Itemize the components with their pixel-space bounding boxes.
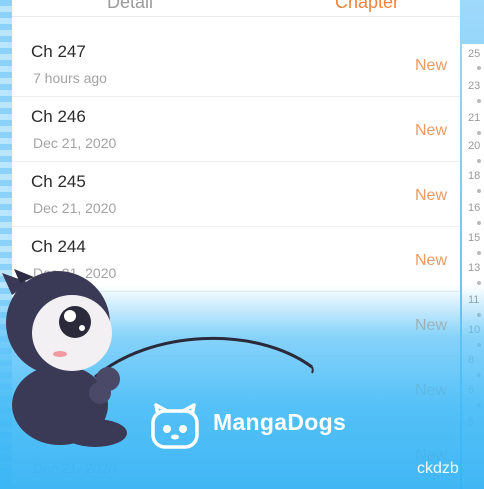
scrubber-dot bbox=[477, 66, 481, 70]
scrubber-dot bbox=[477, 159, 481, 163]
chapter-row[interactable]: Ch 247 7 hours ago New bbox=[12, 32, 460, 97]
scrubber-dot bbox=[477, 221, 481, 225]
scrubber-dot bbox=[477, 373, 481, 377]
chapter-title: Ch 245 bbox=[31, 172, 86, 191]
scrubber-dot bbox=[477, 131, 481, 135]
scrubber-item[interactable]: 23 bbox=[468, 80, 480, 92]
new-badge: New bbox=[415, 57, 448, 74]
scrubber-item[interactable]: 10 bbox=[468, 324, 480, 336]
scrubber-item[interactable]: 18 bbox=[468, 170, 480, 182]
scrubber-dot bbox=[477, 281, 481, 285]
scrubber-dot bbox=[477, 99, 481, 103]
mangadogs-logo: MangaDogs bbox=[150, 403, 360, 449]
chapter-date: 7 hours ago bbox=[33, 70, 107, 86]
tab-chapter[interactable]: Chapter bbox=[335, 0, 399, 13]
tab-bar: Detail Chapter bbox=[12, 0, 460, 17]
chapter-index-scrubber[interactable]: 25 23 21 20 18 16 15 13 11 10 8 6 5 bbox=[462, 44, 484, 489]
scrubber-dot bbox=[477, 251, 481, 255]
scrubber-item[interactable]: 21 bbox=[468, 112, 480, 124]
chapter-row[interactable]: Ch 245 Dec 21, 2020 New bbox=[12, 162, 460, 227]
scrubber-dot bbox=[477, 313, 481, 317]
scrubber-item[interactable]: 6 bbox=[468, 384, 474, 396]
chapter-date: Dec 21, 2020 bbox=[33, 135, 117, 151]
chapter-title: Ch 247 bbox=[31, 42, 86, 61]
chapter-title: Ch 244 bbox=[31, 237, 86, 256]
chapter-date: Dec 21, 2020 bbox=[33, 460, 117, 476]
new-badge: New bbox=[415, 122, 448, 139]
scrubber-dot bbox=[477, 189, 481, 193]
chapter-date: Dec 21, 2020 bbox=[33, 200, 117, 216]
new-badge: New bbox=[415, 187, 448, 204]
chapter-title: Ch 246 bbox=[31, 107, 86, 126]
scrubber-item[interactable]: 15 bbox=[468, 232, 480, 244]
tab-detail[interactable]: Detail bbox=[107, 0, 153, 13]
scrubber-item[interactable]: 11 bbox=[468, 294, 479, 306]
scrubber-item[interactable]: 20 bbox=[468, 140, 480, 152]
scrubber-dot bbox=[477, 403, 481, 407]
watermark-text: ckdzb bbox=[417, 460, 459, 477]
new-badge: New bbox=[415, 382, 448, 399]
scrubber-item[interactable]: 13 bbox=[468, 262, 480, 274]
dog-face-logo-icon bbox=[151, 403, 199, 449]
new-badge: New bbox=[415, 252, 448, 269]
scrubber-item[interactable]: 8 bbox=[468, 354, 474, 366]
scrubber-item[interactable]: 25 bbox=[468, 48, 480, 60]
scrubber-item[interactable]: 5 bbox=[468, 416, 474, 428]
new-badge: New bbox=[415, 317, 448, 334]
chapter-row[interactable]: Ch 246 Dec 21, 2020 New bbox=[12, 97, 460, 162]
scrubber-dot bbox=[477, 343, 481, 347]
logo-text: MangaDogs bbox=[213, 409, 347, 435]
scrubber-item[interactable]: 16 bbox=[468, 202, 480, 214]
